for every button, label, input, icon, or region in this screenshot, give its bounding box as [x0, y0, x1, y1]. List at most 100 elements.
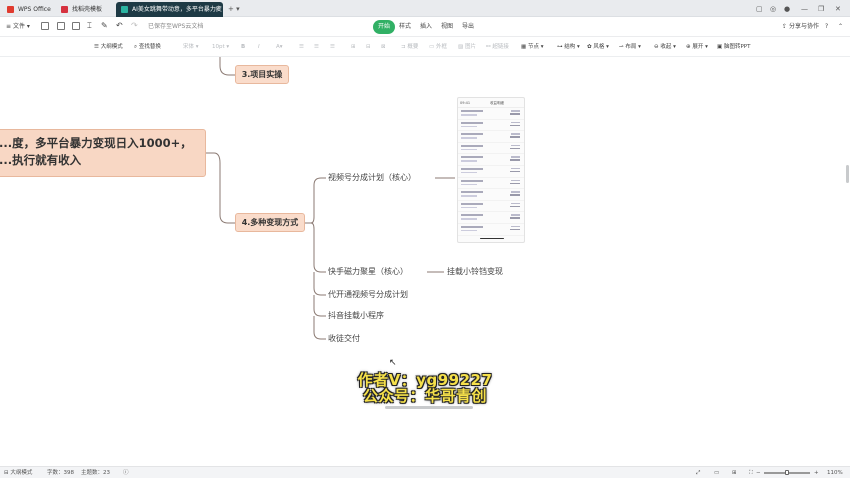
expand-button[interactable]: ⊕ 展开 ▾: [686, 41, 708, 53]
node-button[interactable]: ▦ 节点 ▾: [521, 41, 543, 53]
print-icon[interactable]: [72, 22, 80, 30]
font-size-select[interactable]: 10pt ▾: [212, 41, 229, 53]
font-color-icon[interactable]: A▾: [276, 41, 283, 53]
word-count: 字数：398: [47, 470, 74, 476]
italic-button[interactable]: I: [258, 41, 260, 53]
earnings-row: [458, 189, 524, 201]
hyperlink-label: 超链接: [492, 44, 509, 50]
summary-label: 概要: [407, 44, 419, 50]
pen-icon[interactable]: ✎: [101, 19, 108, 33]
subtopic-activation-service[interactable]: 代开通视频号分成计划: [328, 289, 408, 301]
undo-icon[interactable]: ↶: [116, 19, 123, 33]
fullscreen-icon[interactable]: ⛶: [749, 467, 753, 479]
frame-label: 外框: [435, 44, 447, 50]
tab-wps-office[interactable]: WPS Office: [2, 2, 56, 17]
present-icon[interactable]: ▭: [714, 467, 719, 479]
layout-button[interactable]: ⊶ 结构 ▾: [557, 41, 580, 53]
align-left-icon[interactable]: ☰: [299, 41, 304, 53]
horizontal-scrollbar[interactable]: [385, 406, 473, 409]
earnings-row: [458, 143, 524, 155]
tab-export[interactable]: 导出: [462, 20, 474, 34]
earnings-row: [458, 108, 524, 120]
cloud-icon[interactable]: ◎: [770, 2, 776, 16]
close-tab-icon[interactable]: ✕: [215, 2, 220, 17]
fit-screen-icon[interactable]: ⤢: [696, 467, 700, 479]
share-button[interactable]: ⇪ 分享与协作: [782, 20, 819, 34]
phone-header: 09:41 收益明细: [458, 98, 524, 108]
tab-start[interactable]: 开始: [373, 20, 396, 34]
to-ppt-button[interactable]: ▣ 脑图转PPT: [717, 41, 750, 53]
topic-count: 主题数：23: [81, 470, 110, 476]
tab-mindmap-document[interactable]: AI美女跳舞带动意，多平台暴力变 ✕: [116, 2, 223, 17]
zoom-out-icon[interactable]: −: [756, 467, 761, 479]
outline-mode-label: 大纲模式: [100, 44, 123, 50]
tab-style[interactable]: 样式: [399, 20, 411, 34]
file-menu[interactable]: ≡ 文件 ▾: [6, 20, 30, 34]
font-select[interactable]: 宋体 ▾: [183, 41, 199, 53]
style-button[interactable]: ✿ 风格 ▾: [587, 41, 609, 53]
root-topic[interactable]: ...度，多平台暴力变现日入1000+， ...执行就有收入: [0, 129, 206, 177]
export-icon[interactable]: [57, 22, 65, 30]
align-right-icon[interactable]: ☰: [330, 41, 335, 53]
watermark-line-2: 公众号：华哥青创: [362, 387, 487, 405]
subtopic-student-delivery[interactable]: 收徒交付: [328, 333, 360, 345]
tab-label: 找稻壳模板: [72, 6, 103, 13]
save-icon[interactable]: [41, 22, 49, 30]
structure-button[interactable]: ⊸ 布局 ▾: [619, 41, 641, 53]
collapse-button[interactable]: ⊖ 收起 ▾: [654, 41, 676, 53]
vertical-scrollbar[interactable]: [846, 165, 849, 183]
tab-label: WPS Office: [18, 6, 51, 13]
font-value: 宋体: [183, 44, 195, 50]
watermark-overlay: 作者V：yg99227 公众号：华哥青创: [0, 372, 850, 404]
earnings-list: [458, 108, 524, 236]
topic-monetization-methods[interactable]: 4.多种变现方式: [235, 213, 305, 232]
subtopic-bell-monetization[interactable]: 挂载小铃铛变现: [447, 266, 503, 278]
earnings-row: [458, 131, 524, 143]
find-replace-button[interactable]: ⌕ 查找替换: [134, 41, 161, 53]
earnings-row: [458, 166, 524, 178]
tab-view[interactable]: 视图: [441, 20, 453, 34]
to-ppt-label: 脑图转PPT: [723, 44, 751, 50]
zoom-in-icon[interactable]: +: [814, 467, 819, 479]
more-icon[interactable]: ⌃: [838, 20, 843, 34]
font-size-value: 10pt: [212, 44, 225, 50]
add-parent-icon[interactable]: ⊠: [381, 41, 386, 53]
mode-label: 大纲模式: [10, 470, 33, 476]
root-topic-line-1: ...度，多平台暴力变现日入1000+，: [0, 136, 192, 150]
close-window-icon[interactable]: ✕: [835, 2, 841, 16]
maximize-icon[interactable]: ❐: [818, 2, 824, 16]
subtopic-kuaishou-xingtu[interactable]: 快手磁力聚星（核心）: [328, 266, 408, 278]
tab-template[interactable]: 找稻壳模板: [56, 2, 116, 17]
zoom-slider-knob[interactable]: [785, 470, 789, 475]
earnings-row: [458, 154, 524, 166]
new-tab-icon[interactable]: + ▾: [228, 2, 240, 16]
align-center-icon[interactable]: ☰: [314, 41, 319, 53]
mindmap-file-icon: [121, 6, 128, 13]
zoom-level[interactable]: 110%: [827, 467, 843, 479]
hyperlink-button[interactable]: ⚯ 超链接: [486, 41, 509, 53]
tab-insert[interactable]: 插入: [420, 20, 432, 34]
subtopic-channels-revenue-plan[interactable]: 视频号分成计划（核心）: [328, 172, 416, 184]
summary-button[interactable]: ⊐ 概要: [401, 41, 418, 53]
add-child-icon[interactable]: ⊞: [351, 41, 356, 53]
grid-icon[interactable]: ⊞: [732, 467, 737, 479]
outline-mode-button[interactable]: ☰ 大纲模式: [94, 41, 123, 53]
outline-mode-status[interactable]: ⊟ 大纲模式: [4, 467, 32, 479]
subtopic-douyin-miniprogram[interactable]: 抖音挂载小程序: [328, 310, 384, 322]
image-button[interactable]: ▨ 图片: [458, 41, 476, 53]
frame-button[interactable]: ▭ 外框: [429, 41, 447, 53]
info-icon[interactable]: ⓘ: [123, 467, 129, 479]
window-mode-icon[interactable]: ▢: [756, 2, 763, 16]
save-status: 已保存至WPS云文档: [148, 23, 204, 30]
redo-icon[interactable]: ↷: [131, 19, 138, 33]
earnings-screenshot-image[interactable]: 09:41 收益明细: [457, 97, 525, 243]
help-icon[interactable]: ?: [825, 20, 828, 34]
topic-project-practice[interactable]: 3.项目实操: [235, 65, 289, 84]
phone-time: 09:41: [460, 101, 471, 105]
bold-button[interactable]: B: [241, 41, 245, 53]
minimize-icon[interactable]: —: [801, 2, 808, 16]
avatar[interactable]: ●: [784, 2, 790, 16]
format-painter-icon[interactable]: ⌶: [87, 19, 92, 33]
add-sibling-icon[interactable]: ⊟: [366, 41, 371, 53]
style-label: 风格: [593, 44, 605, 50]
